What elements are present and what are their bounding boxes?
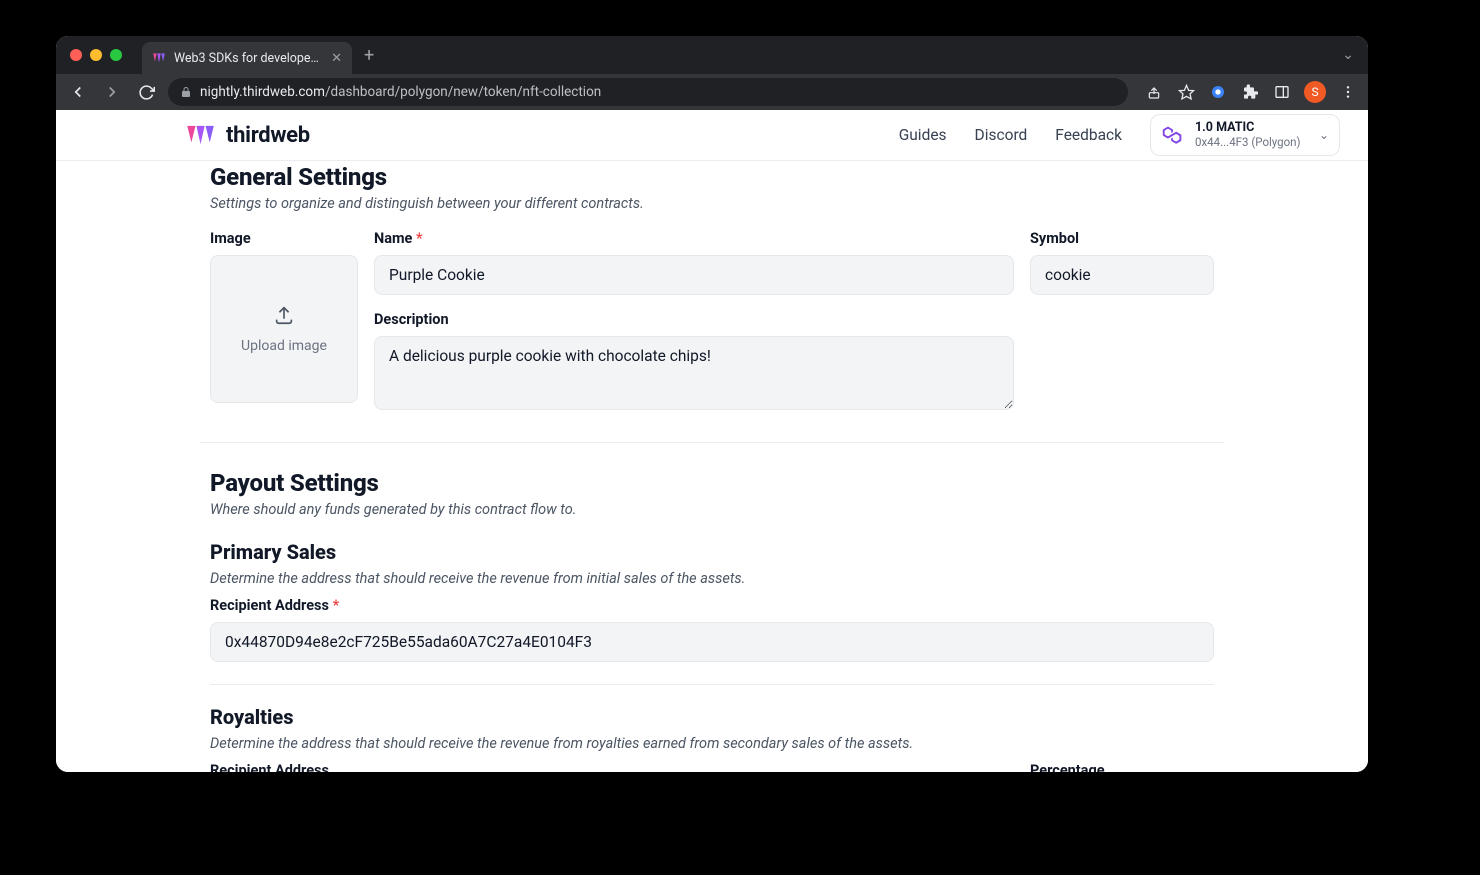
nav-guides[interactable]: Guides [899,126,947,144]
image-label: Image [210,230,358,247]
wallet-button[interactable]: 1.0 MATIC 0x44...4F3 (Polygon) ⌄ [1150,114,1340,156]
general-settings-title: General Settings [210,163,1214,191]
address-bar[interactable]: nightly.thirdweb.com/dashboard/polygon/n… [168,78,1128,106]
page-content: thirdweb Guides Discord Feedback 1.0 MAT… [56,110,1368,772]
thirdweb-favicon [152,51,166,65]
payout-settings-desc: Where should any funds generated by this… [210,501,1214,518]
browser-toolbar: nightly.thirdweb.com/dashboard/polygon/n… [56,74,1368,110]
url-text: nightly.thirdweb.com/dashboard/polygon/n… [200,84,601,100]
description-textarea[interactable]: A delicious purple cookie with chocolate… [374,336,1014,410]
nav-feedback[interactable]: Feedback [1055,126,1122,144]
tab-close-icon[interactable]: ✕ [331,51,342,66]
panel-icon[interactable] [1272,82,1292,102]
wallet-address: 0x44...4F3 (Polygon) [1195,136,1301,149]
browser-window: Web3 SDKs for developers · Ne ✕ + ⌄ nigh… [56,36,1368,772]
maximize-window-button[interactable] [110,49,122,61]
close-window-button[interactable] [70,49,82,61]
minimize-window-button[interactable] [90,49,102,61]
browser-menu-icon[interactable] [1338,82,1358,102]
extensions-icon[interactable] [1240,82,1260,102]
new-tab-button[interactable]: + [364,45,374,66]
profile-avatar[interactable]: S [1304,81,1326,103]
nav-discord[interactable]: Discord [975,126,1028,144]
primary-recipient-input[interactable] [210,622,1214,662]
royalties-desc: Determine the address that should receiv… [210,735,1214,752]
description-label: Description [374,311,1014,328]
form: General Settings Settings to organize an… [210,161,1214,772]
upload-image-dropzone[interactable]: Upload image [210,255,358,403]
symbol-col: Symbol [1030,230,1214,414]
symbol-input[interactable] [1030,255,1214,295]
back-button[interactable] [66,80,90,104]
payout-settings-title: Payout Settings [210,469,1214,497]
browser-tab-bar: Web3 SDKs for developers · Ne ✕ + ⌄ [56,36,1368,74]
forward-button[interactable] [100,80,124,104]
tab-title: Web3 SDKs for developers · Ne [174,51,323,66]
image-col: Image Upload image [210,230,358,414]
reload-button[interactable] [134,80,158,104]
name-desc-col: Name * Description A delicious purple co… [374,230,1014,414]
thirdweb-logo-icon [186,124,216,146]
section-divider [200,442,1224,443]
upload-icon [273,304,295,326]
share-icon[interactable] [1144,82,1164,102]
lock-icon [180,86,192,98]
app-header: thirdweb Guides Discord Feedback 1.0 MAT… [56,110,1368,161]
brand[interactable]: thirdweb [186,123,310,148]
royalties-title: Royalties [210,705,1214,729]
general-grid: Image Upload image Name * Description [210,230,1214,414]
brand-name: thirdweb [226,123,310,148]
subsection-divider [210,684,1214,685]
top-nav: Guides Discord Feedback 1.0 MATIC 0x44..… [899,114,1340,156]
extension-icon-blue[interactable] [1208,82,1228,102]
bookmark-star-icon[interactable] [1176,82,1196,102]
chevron-down-icon: ⌄ [1319,128,1329,142]
primary-sales-title: Primary Sales [210,540,1214,564]
toolbar-actions: S [1144,81,1358,103]
upload-text: Upload image [241,338,327,354]
primary-sales-desc: Determine the address that should receiv… [210,570,1214,587]
name-input[interactable] [374,255,1014,295]
royalties-row: Recipient Address Percentage % [210,762,1214,772]
tabs-dropdown-icon[interactable]: ⌄ [1342,47,1354,63]
royalty-recipient-label: Recipient Address [210,762,1014,772]
browser-tab[interactable]: Web3 SDKs for developers · Ne ✕ [142,42,352,74]
royalty-percentage-label: Percentage [1030,762,1214,772]
polygon-icon [1161,123,1185,147]
general-settings-desc: Settings to organize and distinguish bet… [210,195,1214,212]
primary-recipient-label: Recipient Address * [210,597,1214,614]
wallet-balance: 1.0 MATIC [1195,121,1301,135]
symbol-label: Symbol [1030,230,1214,247]
form-scroll[interactable]: General Settings Settings to organize an… [56,161,1368,772]
name-label: Name * [374,230,1014,247]
window-controls [70,49,122,61]
